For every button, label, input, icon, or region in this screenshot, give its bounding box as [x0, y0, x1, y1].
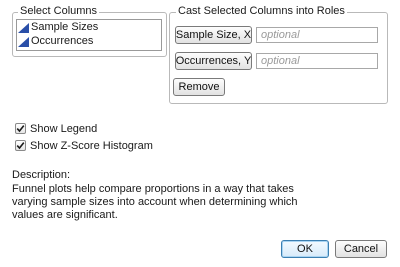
show-zscore-label: Show Z-Score Histogram — [30, 139, 153, 152]
occurrences-y-field[interactable] — [256, 53, 378, 69]
continuous-column-icon — [18, 36, 29, 47]
show-legend-label: Show Legend — [30, 122, 98, 135]
description-label: Description: — [12, 169, 71, 181]
column-item-label: Occurrences — [31, 35, 94, 47]
sample-size-x-field[interactable] — [256, 27, 378, 43]
show-zscore-option[interactable]: Show Z-Score Histogram — [15, 139, 153, 152]
description-text: Funnel plots help compare proportions in… — [12, 183, 298, 221]
show-legend-checkbox[interactable] — [15, 123, 26, 134]
show-legend-option[interactable]: Show Legend — [15, 122, 97, 135]
cast-roles-title: Cast Selected Columns into Roles — [176, 5, 347, 17]
column-item-label: Sample Sizes — [31, 21, 99, 33]
show-zscore-checkbox[interactable] — [15, 140, 26, 151]
sample-size-x-role-button[interactable]: Sample Size, X — [175, 26, 252, 44]
column-item-sample-sizes[interactable]: Sample Sizes — [18, 21, 98, 34]
select-columns-title: Select Columns — [18, 5, 100, 17]
continuous-column-icon — [18, 22, 29, 33]
cancel-button[interactable]: Cancel — [335, 240, 387, 258]
occurrences-y-role-button[interactable]: Occurrences, Y — [175, 52, 252, 70]
checkmark-icon — [16, 142, 25, 150]
column-item-occurrences[interactable]: Occurrences — [18, 35, 93, 48]
ok-button[interactable]: OK — [281, 240, 329, 258]
checkmark-icon — [16, 125, 25, 133]
column-list[interactable]: Sample Sizes Occurrences — [16, 19, 162, 51]
remove-button[interactable]: Remove — [173, 78, 225, 96]
